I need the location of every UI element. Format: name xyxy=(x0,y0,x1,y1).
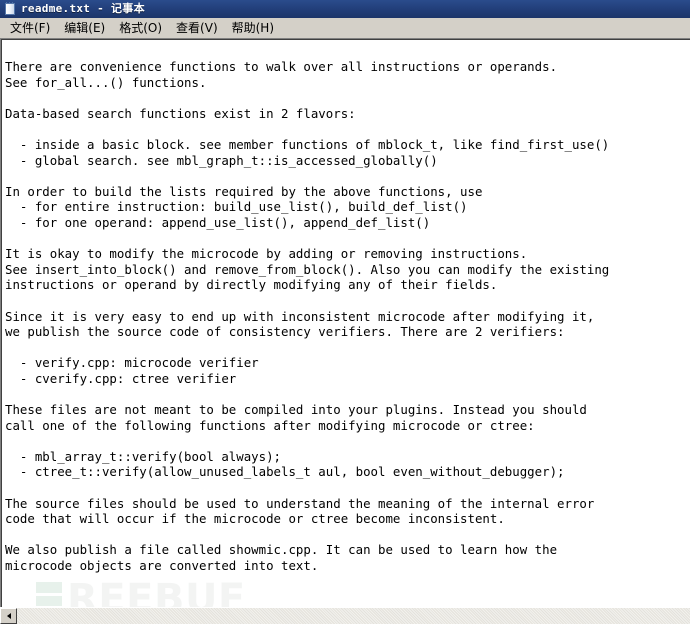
menu-item-view[interactable]: 查看(V) xyxy=(169,19,225,38)
document-text[interactable]: There are convenience functions to walk … xyxy=(5,59,609,574)
menu-item-edit[interactable]: 编辑(E) xyxy=(57,19,112,38)
scroll-left-button[interactable] xyxy=(0,608,17,624)
text-editor-frame: There are convenience functions to walk … xyxy=(0,38,690,624)
horizontal-scroll-track[interactable] xyxy=(17,608,690,624)
notepad-icon-body xyxy=(5,3,15,15)
text-editor[interactable]: There are convenience functions to walk … xyxy=(1,39,690,624)
menu-item-help[interactable]: 帮助(H) xyxy=(225,19,281,38)
notepad-icon xyxy=(3,2,17,16)
menu-bar: 文件(F) 编辑(E) 格式(O) 查看(V) 帮助(H) xyxy=(0,18,690,38)
menu-item-format[interactable]: 格式(O) xyxy=(112,19,169,38)
chevron-left-icon xyxy=(6,613,11,619)
horizontal-scrollbar[interactable] xyxy=(0,607,690,624)
menu-item-file[interactable]: 文件(F) xyxy=(3,19,57,38)
notepad-window: readme.txt - 记事本 文件(F) 编辑(E) 格式(O) 查看(V)… xyxy=(0,0,690,624)
window-title: readme.txt - 记事本 xyxy=(21,2,145,15)
title-bar[interactable]: readme.txt - 记事本 xyxy=(0,0,690,18)
